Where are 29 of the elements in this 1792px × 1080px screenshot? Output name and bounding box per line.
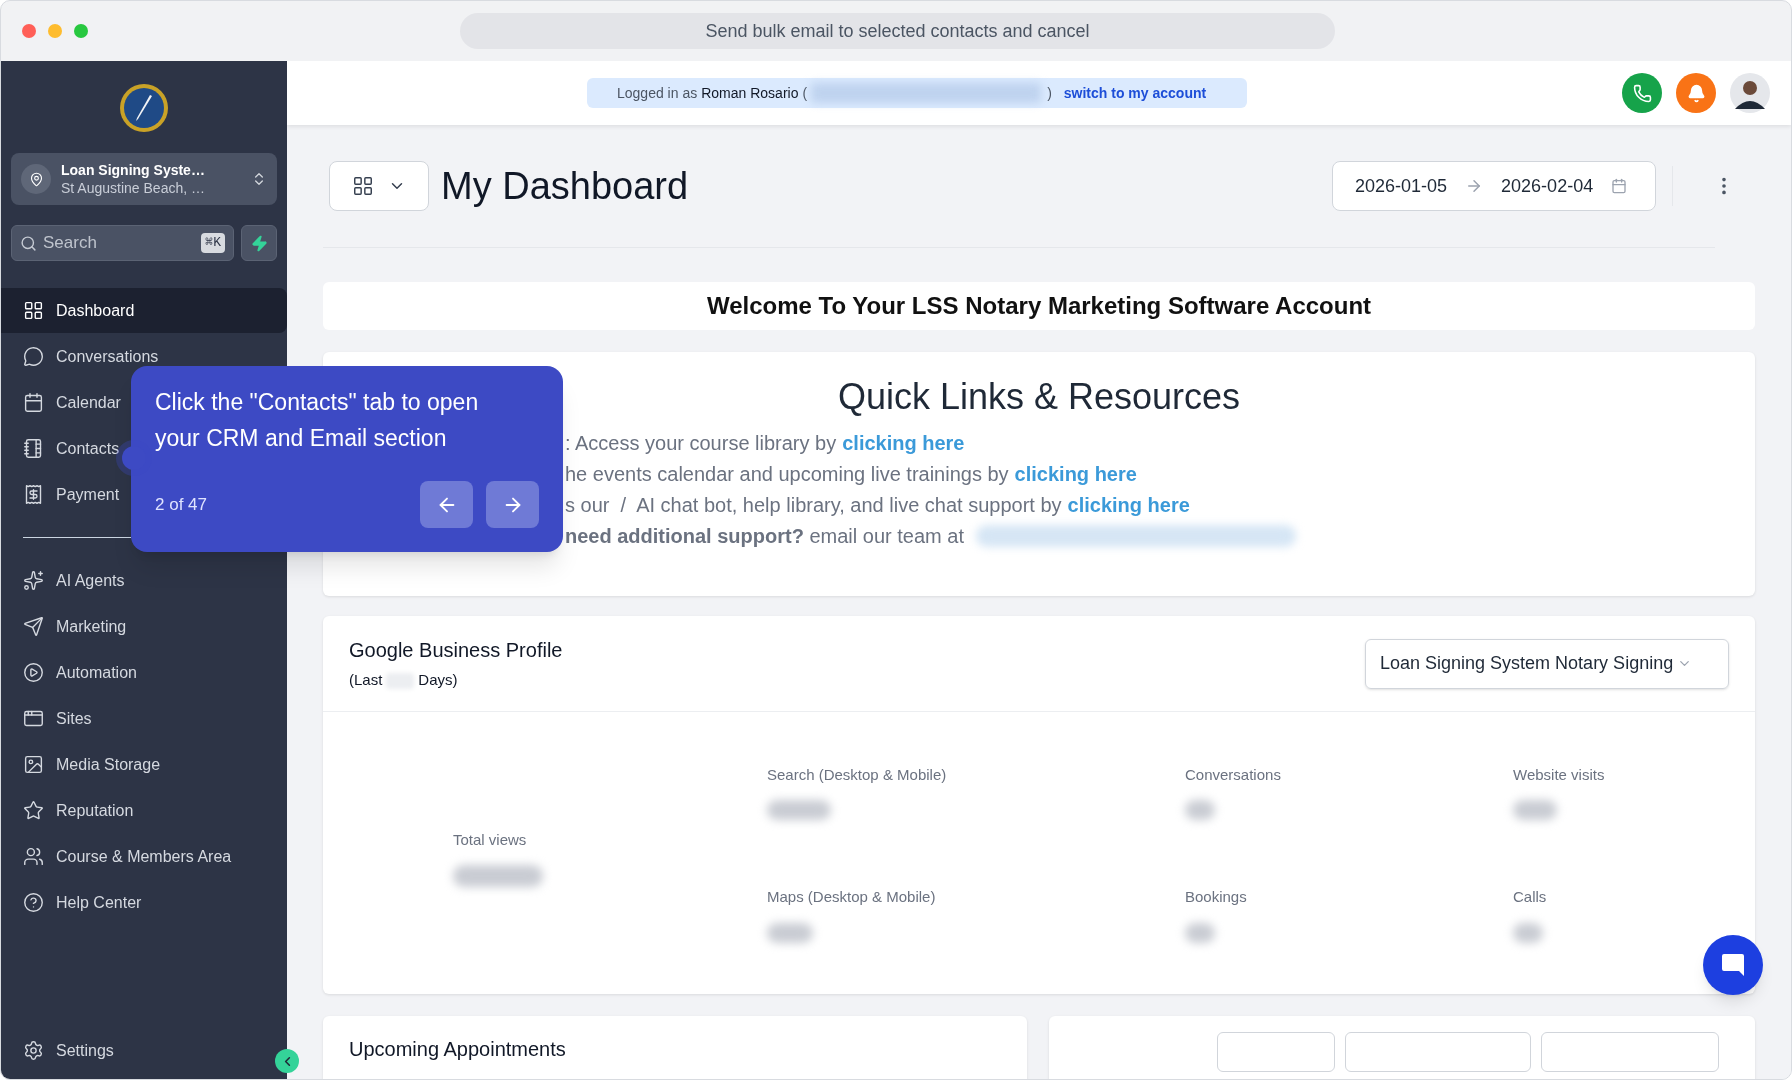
card-title: Google Business Profile: [349, 638, 563, 664]
stat-label: Conversations: [1185, 764, 1282, 785]
resource-text: : Access your course library by: [565, 430, 837, 456]
stat-label: Maps (Desktop & Mobile): [767, 887, 937, 907]
user-name: Roman Rosario: [701, 83, 799, 103]
stat-label: Total views: [453, 829, 528, 850]
stat-label: Website visits: [1513, 764, 1606, 785]
tour-message: Click the "Contacts" tab to open your CRM and Email section: [155, 388, 480, 453]
step-counter: 2 of 47: [155, 493, 207, 516]
page-title: My Dashboard: [441, 163, 689, 209]
quick-links-title: Quick Links & Resources: [837, 375, 1241, 419]
welcome-title: Welcome To Your LSS Notary Marketing Software Account: [706, 291, 1372, 321]
resource-text: need additional support? email our team at: [565, 523, 964, 549]
resource-text: s our / AI chat bot, help library, and live chat support by: [565, 492, 1062, 518]
stat-label: Calls: [1513, 887, 1548, 907]
period-label: (Last: [349, 670, 383, 691]
stat-label: Bookings: [1185, 887, 1248, 907]
period-label: Days): [418, 670, 458, 691]
stat-label: Search (Desktop & Mobile): [767, 764, 948, 785]
location-address: St Augustine Beach, …: [61, 179, 206, 197]
close-parenthesis: ): [1047, 83, 1052, 103]
resource-text: he events calendar and upcoming live trainings by: [565, 461, 1009, 487]
logged-in-label: Logged in as: [617, 83, 698, 103]
start-date: 2026-01-05: [1355, 174, 1448, 198]
card-title: Upcoming Appointments: [349, 1038, 566, 1060]
open-parenthesis: (: [802, 83, 808, 103]
location-name: Loan Signing Syste…: [61, 161, 206, 179]
shortcut-key: ⌘K: [201, 233, 225, 253]
end-date: 2026-02-04: [1501, 174, 1594, 198]
